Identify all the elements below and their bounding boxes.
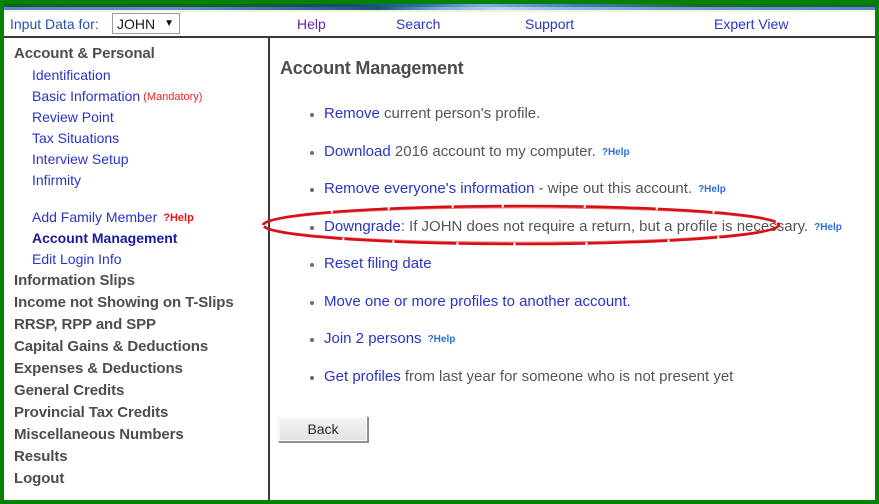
sidebar-item-edit-login-info[interactable]: Edit Login Info <box>4 248 268 269</box>
nav-link-support[interactable]: Support <box>525 16 574 32</box>
input-data-for-label: Input Data for: <box>10 16 99 32</box>
nav-link-search[interactable]: Search <box>396 16 440 32</box>
sidebar-item-miscellaneous-numbers[interactable]: Miscellaneous Numbers <box>4 423 268 445</box>
top-banner-image <box>4 4 875 12</box>
top-header-bar: Input Data for: JOHN ▼ Help Search Suppo… <box>4 12 875 36</box>
list-item-highlighted: Remove everyone's information - wipe out… <box>272 180 873 198</box>
page-title: Account Management <box>280 58 464 78</box>
chevron-down-icon: ▼ <box>164 17 175 29</box>
sidebar-item-label: Edit Login Info <box>32 250 122 267</box>
sidebar-item-label: Tax Situations <box>32 129 120 146</box>
sidebar-item-logout[interactable]: Logout <box>4 467 268 489</box>
application-window: Input Data for: JOHN ▼ Help Search Suppo… <box>0 0 879 504</box>
list-item-text: 2016 account to my computer. <box>390 142 596 160</box>
mandatory-badge: (Mandatory) <box>143 90 203 103</box>
list-item: Join 2 persons ?Help <box>272 330 873 348</box>
sidebar-item-tax-situations[interactable]: Tax Situations <box>4 127 268 148</box>
list-item: Reset filing date <box>272 255 873 273</box>
list-item-text: - wipe out this account. <box>534 180 693 197</box>
join-2-persons-link[interactable]: Join 2 persons <box>324 330 422 347</box>
list-item: Get profiles from last year for someone … <box>272 368 873 386</box>
help-icon[interactable]: ?Help <box>602 147 630 158</box>
sidebar-item-results[interactable]: Results <box>4 445 268 467</box>
remove-everyones-information-link[interactable]: Remove everyone's information <box>324 180 534 197</box>
sidebar-item-capital-gains-and-deductions[interactable]: Capital Gains & Deductions <box>4 335 268 357</box>
help-icon[interactable]: ?Help <box>814 222 842 233</box>
downgrade-link[interactable]: Downgrade <box>324 218 401 235</box>
sidebar-item-provincial-tax-credits[interactable]: Provincial Tax Credits <box>4 401 268 423</box>
help-icon[interactable]: ?Help <box>428 334 456 345</box>
sidebar-group-account-personal: Account & Personal <box>14 44 155 62</box>
sidebar-item-label: Account Management <box>32 229 178 246</box>
list-item: Downgrade: If JOHN does not require a re… <box>272 218 873 236</box>
download-account-link[interactable]: Download <box>324 143 391 160</box>
sidebar-item-identification[interactable]: Identification <box>4 64 268 85</box>
help-icon[interactable]: ?Help <box>163 212 194 224</box>
sidebar-item-label: Basic Information <box>32 87 141 104</box>
account-actions-list: Remove current person's profile. Downloa… <box>272 105 873 386</box>
move-profiles-link[interactable]: Move one or more profiles to another acc… <box>324 293 631 310</box>
sidebar-item-rrsp-rpp-and-spp[interactable]: RRSP, RPP and SPP <box>4 313 268 335</box>
list-item-text: : If JOHN does not require a return, but… <box>400 217 809 235</box>
list-item-text: current person's profile. <box>379 105 541 122</box>
sidebar-item-review-point[interactable]: Review Point <box>4 106 268 127</box>
sidebar-item-income-not-showing-on-t-slips[interactable]: Income not Showing on T-Slips <box>4 291 268 313</box>
list-item: Remove current person's profile. <box>272 105 873 123</box>
person-select[interactable]: JOHN ▼ <box>112 13 180 34</box>
reset-filing-date-link[interactable]: Reset filing date <box>324 255 432 272</box>
sidebar-item-general-credits[interactable]: General Credits <box>4 379 268 401</box>
person-select-value: JOHN <box>117 15 156 32</box>
sidebar-item-label: Review Point <box>32 108 114 125</box>
list-item-text: from last year for someone who is not pr… <box>400 367 734 385</box>
sidebar-item-infirmity[interactable]: Infirmity <box>4 169 268 190</box>
list-item: Move one or more profiles to another acc… <box>272 293 873 311</box>
sidebar-item-basic-information[interactable]: Basic Information (Mandatory) <box>4 85 268 106</box>
sidebar-item-label: Interview Setup <box>32 150 129 167</box>
sidebar-item-label: Infirmity <box>32 171 81 188</box>
sidebar-item-add-family-member[interactable]: Add Family Member ?Help <box>4 206 268 227</box>
remove-current-profile-link[interactable]: Remove <box>324 105 380 122</box>
sidebar-item-label: Add Family Member <box>32 208 158 225</box>
nav-link-help[interactable]: Help <box>297 16 326 32</box>
back-button[interactable]: Back <box>278 416 368 442</box>
sidebar-navigation: Account & Personal Identification Basic … <box>4 38 270 500</box>
help-icon[interactable]: ?Help <box>698 184 726 195</box>
sidebar-item-label: Identification <box>32 66 111 83</box>
nav-link-expert-view[interactable]: Expert View <box>714 16 788 32</box>
sidebar-item-information-slips[interactable]: Information Slips <box>4 269 268 291</box>
sidebar-item-interview-setup[interactable]: Interview Setup <box>4 148 268 169</box>
sidebar-item-expenses-and-deductions[interactable]: Expenses & Deductions <box>4 357 268 379</box>
get-profiles-link[interactable]: Get profiles <box>324 368 401 385</box>
content-area: Account & Personal Identification Basic … <box>4 36 875 500</box>
list-item: Download 2016 account to my computer. ?He… <box>272 143 873 161</box>
banner-dark-band <box>4 4 875 7</box>
main-panel: Account Management Remove current person… <box>272 38 873 500</box>
sidebar-item-account-management[interactable]: Account Management <box>4 227 268 248</box>
